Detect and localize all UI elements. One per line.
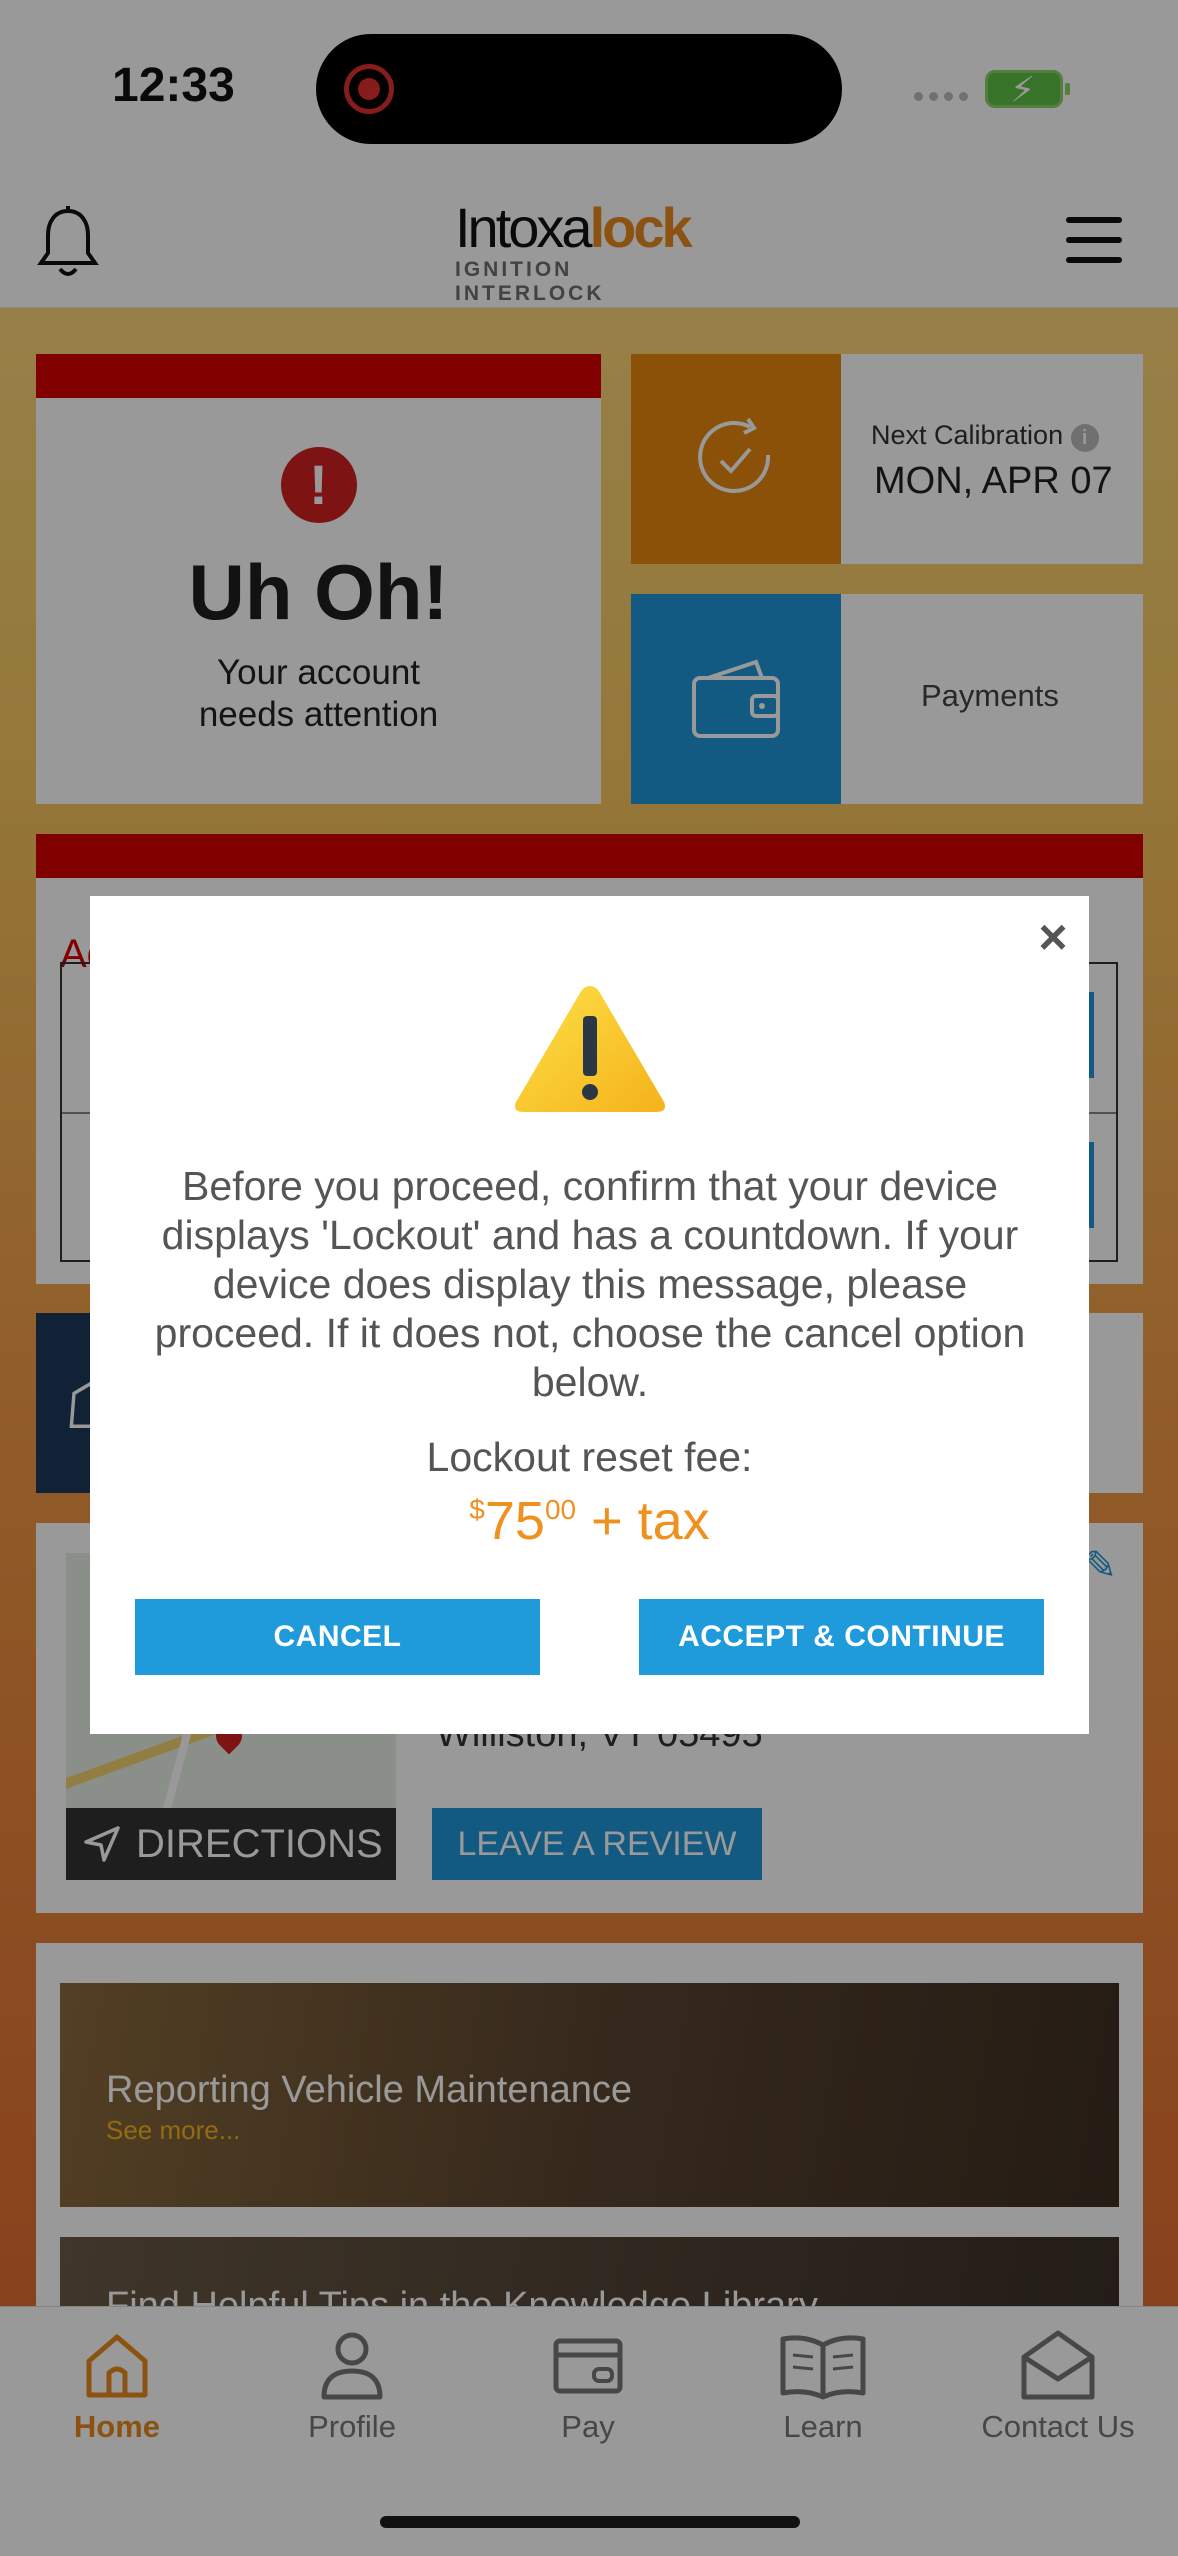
warning-icon bbox=[515, 986, 665, 1112]
lockout-confirm-modal: × Before you proceed, confirm that your … bbox=[90, 896, 1089, 1734]
close-icon[interactable]: × bbox=[1030, 912, 1076, 962]
fee-price: $7500 + tax bbox=[469, 1491, 710, 1551]
home-indicator[interactable] bbox=[380, 2516, 800, 2528]
cancel-button[interactable]: CANCEL bbox=[135, 1599, 540, 1675]
accept-continue-button[interactable]: ACCEPT & CONTINUE bbox=[639, 1599, 1044, 1675]
modal-message: Before you proceed, confirm that your de… bbox=[154, 1163, 1026, 1405]
fee-label: Lockout reset fee: bbox=[426, 1434, 753, 1480]
